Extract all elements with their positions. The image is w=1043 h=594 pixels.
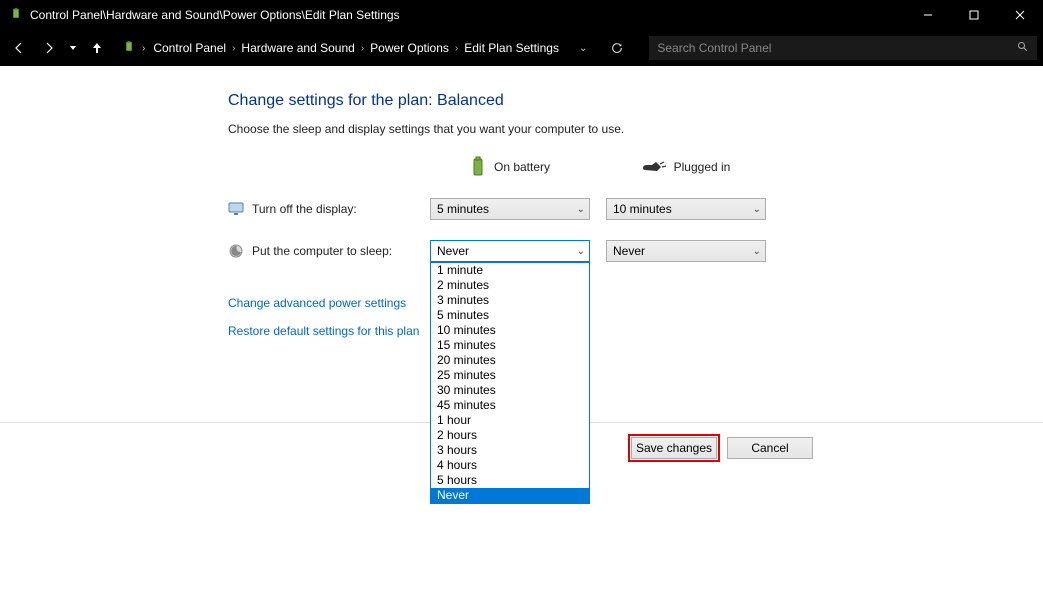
breadcrumb-item[interactable]: Power Options [368,39,451,57]
titlebar: Control Panel\Hardware and Sound\Power O… [0,0,1043,30]
maximize-button[interactable] [951,0,997,30]
links: Change advanced power settings Restore d… [228,296,1043,338]
row-display: Turn off the display: [228,201,414,217]
chevron-down-icon: ⌄ [753,204,761,215]
minimize-button[interactable] [905,0,951,30]
row-label: Put the computer to sleep: [252,244,392,258]
settings-grid: On battery Plugged in Turn off the displ… [228,156,1043,262]
sleep-icon [228,243,244,259]
refresh-button[interactable] [607,38,627,58]
restore-defaults-link[interactable]: Restore default settings for this plan [228,324,1043,338]
row-sleep: Put the computer to sleep: [228,243,414,259]
select-option[interactable]: 20 minutes [431,353,589,368]
select-option[interactable]: 2 minutes [431,278,589,293]
select-option[interactable]: 15 minutes [431,338,589,353]
select-option[interactable]: 3 hours [431,443,589,458]
row-label: Turn off the display: [252,202,357,216]
chevron-right-icon: › [232,43,235,54]
select-option[interactable]: 2 hours [431,428,589,443]
column-header-label: On battery [494,160,550,174]
select-value: 5 minutes [437,202,577,216]
select-option[interactable]: 25 minutes [431,368,589,383]
column-header-plugged: Plugged in [606,160,766,174]
navbar: › Control Panel › Hardware and Sound › P… [0,30,1043,66]
button-label: Save changes [636,441,712,455]
breadcrumbs: Control Panel › Hardware and Sound › Pow… [151,39,561,57]
window-controls [905,0,1043,30]
plug-icon [642,160,666,174]
column-header-battery: On battery [430,156,590,178]
select-value: Never [437,244,577,258]
select-option[interactable]: 10 minutes [431,323,589,338]
recent-locations-button[interactable] [66,35,80,61]
chevron-right-icon: › [455,43,458,54]
search-input[interactable]: Search Control Panel [649,36,1037,60]
chevron-down-icon: ⌄ [753,246,761,257]
select-value: 10 minutes [613,202,753,216]
display-battery-select[interactable]: 5 minutes ⌄ [430,198,590,220]
up-button[interactable] [84,35,110,61]
content-area: Change settings for the plan: Balanced C… [0,66,1043,594]
select-option[interactable]: 5 minutes [431,308,589,323]
select-option[interactable]: 3 minutes [431,293,589,308]
app-icon [8,7,24,23]
breadcrumb-item[interactable]: Control Panel [151,39,228,57]
chevron-right-icon: › [142,43,145,54]
back-button[interactable] [6,35,32,61]
select-option[interactable]: 4 hours [431,458,589,473]
select-option[interactable]: 1 hour [431,413,589,428]
page-subheading: Choose the sleep and display settings th… [228,122,1043,136]
chevron-down-icon: ⌄ [577,246,585,257]
page-title: Change settings for the plan: Balanced [228,92,1043,110]
search-placeholder: Search Control Panel [657,41,771,55]
advanced-settings-link[interactable]: Change advanced power settings [228,296,1043,310]
window: Control Panel\Hardware and Sound\Power O… [0,0,1043,594]
select-listbox[interactable]: 1 minute2 minutes3 minutes5 minutes10 mi… [430,262,590,504]
cancel-button[interactable]: Cancel [727,437,813,459]
column-header-label: Plugged in [674,160,731,174]
breadcrumb-item[interactable]: Hardware and Sound [239,39,356,57]
breadcrumb-item[interactable]: Edit Plan Settings [462,39,561,57]
window-title: Control Panel\Hardware and Sound\Power O… [30,8,905,22]
select-value: Never [613,244,753,258]
location-icon [120,39,138,57]
sleep-battery-select[interactable]: Never ⌄ 1 minute2 minutes3 minutes5 minu… [430,240,590,262]
button-label: Cancel [751,441,788,455]
display-plugged-select[interactable]: 10 minutes ⌄ [606,198,766,220]
chevron-down-icon: ⌄ [577,204,585,215]
select-option[interactable]: Never [431,488,589,503]
select-option[interactable]: 45 minutes [431,398,589,413]
chevron-right-icon: › [361,43,364,54]
select-option[interactable]: 30 minutes [431,383,589,398]
select-option[interactable]: 5 hours [431,473,589,488]
select-option[interactable]: 1 minute [431,263,589,278]
battery-icon [470,156,486,178]
display-icon [228,201,244,217]
sleep-plugged-select[interactable]: Never ⌄ [606,240,766,262]
save-button[interactable]: Save changes [631,437,717,459]
forward-button[interactable] [36,35,62,61]
address-bar[interactable]: › Control Panel › Hardware and Sound › P… [120,36,587,60]
close-button[interactable] [997,0,1043,30]
search-icon [1017,41,1029,56]
chevron-down-icon[interactable]: ⌄ [579,43,587,54]
